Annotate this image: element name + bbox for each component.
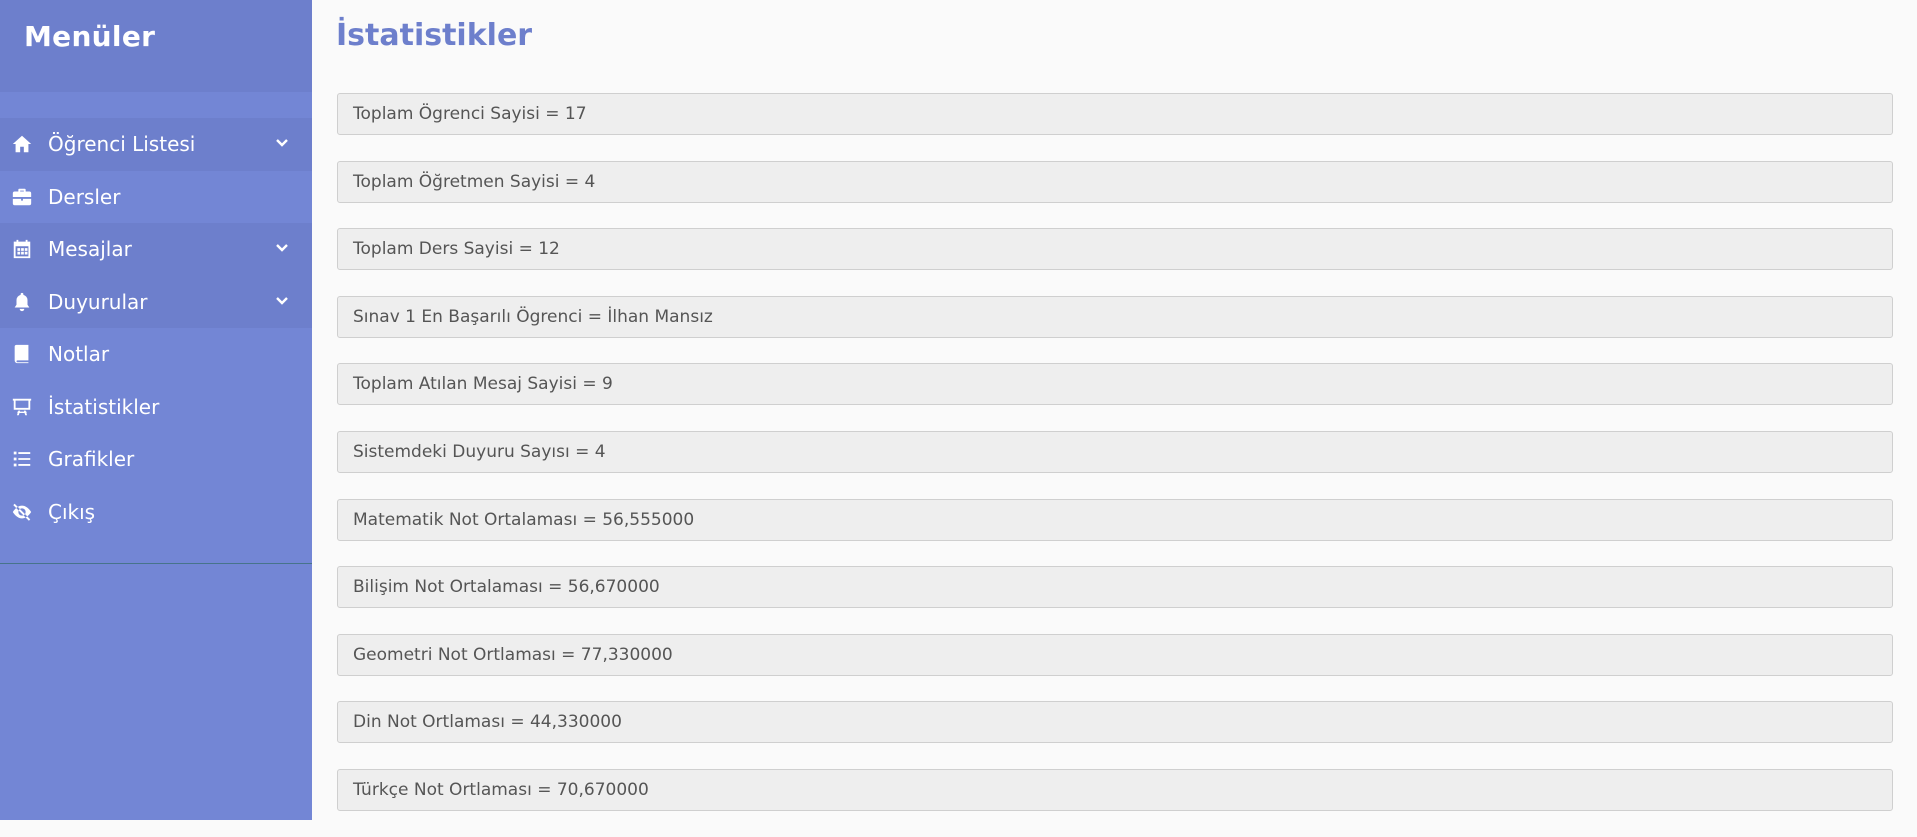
- sidebar-item-istatistikler[interactable]: İstatistikler: [0, 381, 312, 434]
- sidebar-item-label: Çıkış: [48, 499, 96, 524]
- sidebar-item-label: Dersler: [48, 184, 121, 209]
- sidebar-item-ogrenci-listesi[interactable]: Öğrenci Listesi: [0, 118, 312, 171]
- sidebar-item-cikis[interactable]: Çıkış: [0, 486, 312, 539]
- sidebar-item-label: Grafikler: [48, 447, 135, 472]
- stat-total-messages: Toplam Atılan Mesaj Sayisi = 9: [337, 363, 1893, 406]
- list-icon: [10, 447, 34, 471]
- stat-religion-average: Din Not Ortlaması = 44,330000: [337, 701, 1893, 744]
- main-content: İstatistikler Toplam Ögrenci Sayisi = 17…: [312, 0, 1917, 820]
- stat-total-announcements: Sistemdeki Duyuru Sayısı = 4: [337, 430, 1893, 473]
- sidebar-menu: Öğrenci Listesi Dersler Mesajlar Duyurul…: [0, 118, 312, 538]
- stats-list: Toplam Ögrenci Sayisi = 17 Toplam Öğretm…: [337, 93, 1893, 837]
- sidebar: Menüler Öğrenci Listesi Dersler Mesajlar: [0, 0, 312, 820]
- book-icon: [10, 342, 34, 366]
- home-icon: [10, 132, 34, 156]
- sidebar-item-label: Mesajlar: [48, 237, 132, 262]
- sidebar-item-duyurular[interactable]: Duyurular: [0, 275, 312, 328]
- sidebar-divider: [0, 563, 312, 564]
- stat-turkish-average: Türkçe Not Ortlaması = 70,670000: [337, 768, 1893, 811]
- calendar-icon: [10, 237, 34, 261]
- sidebar-item-label: Notlar: [48, 342, 110, 367]
- stat-total-teachers: Toplam Öğretmen Sayisi = 4: [337, 160, 1893, 203]
- stat-geometry-average: Geometri Not Ortlaması = 77,330000: [337, 633, 1893, 676]
- sidebar-item-notlar[interactable]: Notlar: [0, 328, 312, 381]
- sidebar-item-label: Öğrenci Listesi: [48, 132, 196, 157]
- sidebar-title: Menüler: [0, 0, 312, 92]
- chalkboard-icon: [10, 395, 34, 419]
- stat-math-average: Matematik Not Ortalaması = 56,555000: [337, 498, 1893, 541]
- page-title: İstatistikler: [336, 18, 533, 53]
- chevron-down-icon: [274, 237, 290, 253]
- stat-informatics-average: Bilişim Not Ortalaması = 56,670000: [337, 566, 1893, 609]
- bell-icon: [10, 290, 34, 314]
- sidebar-item-mesajlar[interactable]: Mesajlar: [0, 223, 312, 276]
- chevron-down-icon: [274, 132, 290, 148]
- sidebar-item-grafikler[interactable]: Grafikler: [0, 433, 312, 486]
- sidebar-item-label: İstatistikler: [48, 394, 160, 419]
- sidebar-item-dersler[interactable]: Dersler: [0, 171, 312, 224]
- sidebar-item-label: Duyurular: [48, 289, 148, 314]
- stat-total-students: Toplam Ögrenci Sayisi = 17: [337, 93, 1893, 135]
- eye-slash-icon: [10, 500, 34, 524]
- stat-top-student: Sınav 1 En Başarılı Ögrenci = İlhan Mans…: [337, 295, 1893, 338]
- briefcase-icon: [10, 185, 34, 209]
- chevron-down-icon: [274, 290, 290, 306]
- stat-total-courses: Toplam Ders Sayisi = 12: [337, 228, 1893, 271]
